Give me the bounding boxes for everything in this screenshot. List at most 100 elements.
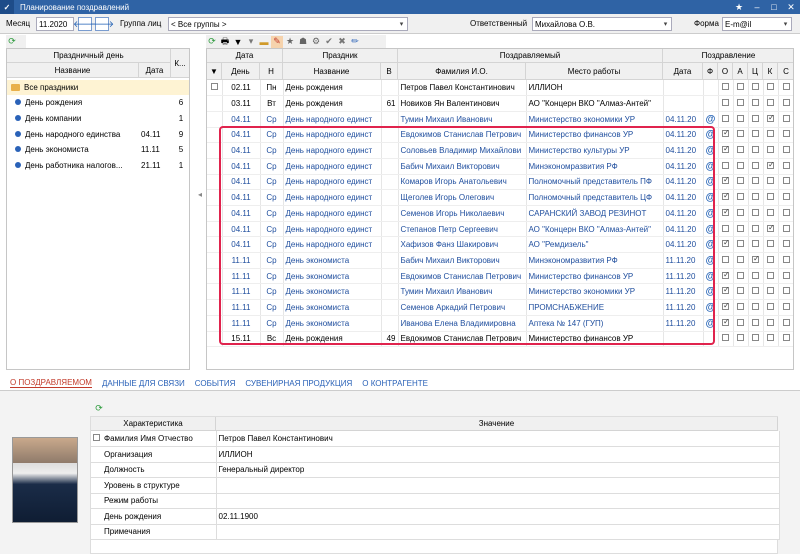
channel-checkbox-cell[interactable] <box>763 95 779 112</box>
checkbox[interactable] <box>752 208 759 216</box>
channel-checkbox-cell[interactable] <box>748 174 764 191</box>
checkbox[interactable] <box>722 238 730 248</box>
workplace-column-header[interactable]: Место работы <box>526 63 663 80</box>
grid-row[interactable]: 11.11 Ср День экономиста Тумин Михаил Ив… <box>207 283 793 301</box>
grid-row[interactable]: 04.11 Ср День народного единст Бабич Мих… <box>207 158 793 175</box>
channel-checkbox-cell[interactable] <box>748 158 764 175</box>
chevron-down-icon[interactable]: ▾ <box>245 36 257 48</box>
checkbox[interactable] <box>767 271 774 279</box>
property-value[interactable]: Генеральный директор <box>216 462 780 478</box>
channel-checkbox-cell[interactable] <box>748 299 764 316</box>
checkbox[interactable] <box>767 208 774 216</box>
favorite-star-icon[interactable]: ★ <box>730 0 748 14</box>
channel-checkbox-cell[interactable] <box>778 111 793 128</box>
filter-icon[interactable]: ▼ <box>232 36 244 48</box>
property-row[interactable]: Уровень в структуре <box>91 477 780 494</box>
channel-checkbox-cell[interactable] <box>763 268 779 285</box>
checkbox[interactable] <box>737 302 744 310</box>
checkbox[interactable] <box>737 130 744 138</box>
email-icon[interactable]: @ <box>703 252 719 269</box>
checkbox[interactable] <box>722 317 730 326</box>
select-cell[interactable] <box>207 221 223 238</box>
channel-checkbox-cell[interactable] <box>763 205 779 222</box>
col-o-column-header[interactable]: О <box>718 63 733 80</box>
weekday-column-header[interactable]: Н <box>260 63 283 80</box>
checkbox[interactable] <box>737 224 744 232</box>
property-row[interactable]: Должность Генеральный директор <box>91 462 780 478</box>
channel-checkbox-cell[interactable] <box>748 111 764 128</box>
channel-checkbox-cell[interactable] <box>748 127 764 144</box>
channel-checkbox-cell[interactable] <box>763 331 779 348</box>
channel-checkbox-cell[interactable] <box>763 252 779 269</box>
checkbox[interactable] <box>767 334 774 342</box>
checkbox[interactable] <box>752 287 759 295</box>
print-icon[interactable]: 🖶 <box>219 36 231 48</box>
channel-checkbox-cell[interactable] <box>733 221 749 238</box>
select-cell[interactable] <box>207 315 223 332</box>
refresh-icon[interactable]: ⟳ <box>6 36 18 48</box>
channel-checkbox-cell[interactable] <box>748 189 764 206</box>
checkbox[interactable] <box>783 177 790 185</box>
checkbox[interactable] <box>783 99 790 107</box>
checkbox[interactable] <box>737 114 744 122</box>
checkbox[interactable] <box>783 161 790 169</box>
checkbox[interactable] <box>737 193 744 201</box>
channel-checkbox-cell[interactable] <box>718 252 734 269</box>
row-checkbox[interactable] <box>210 83 218 91</box>
select-cell[interactable] <box>207 283 223 301</box>
checkbox[interactable] <box>767 83 774 91</box>
checkbox[interactable] <box>752 224 759 232</box>
holiday-name-column-header[interactable]: Название <box>283 63 381 80</box>
checkbox[interactable] <box>752 271 759 279</box>
channel-checkbox-cell[interactable] <box>718 283 734 301</box>
checkbox[interactable] <box>722 334 729 342</box>
checkbox[interactable] <box>722 144 730 154</box>
channel-checkbox-cell[interactable] <box>763 221 779 238</box>
group-select[interactable]: < Все группы > ▾ <box>168 17 408 31</box>
select-cell[interactable] <box>207 142 223 159</box>
checkbox[interactable] <box>722 83 729 91</box>
channel-checkbox-cell[interactable] <box>718 80 734 97</box>
checkbox[interactable] <box>752 318 759 326</box>
channel-checkbox-cell[interactable] <box>733 299 749 316</box>
minimize-icon[interactable]: – <box>748 0 766 14</box>
channel-checkbox-cell[interactable] <box>718 158 734 175</box>
channel-checkbox-cell[interactable] <box>778 189 793 206</box>
channel-checkbox-cell[interactable] <box>778 127 793 144</box>
channel-checkbox-cell[interactable] <box>718 174 734 191</box>
grid-row[interactable]: 04.11 Ср День народного единст Тумин Мих… <box>207 111 793 128</box>
name-column-header[interactable]: Название <box>7 63 139 78</box>
checkbox[interactable] <box>737 177 744 185</box>
holiday-list-item[interactable]: День рождения 6 <box>7 95 189 111</box>
select-cell[interactable] <box>207 189 223 206</box>
close-icon[interactable]: ✖ <box>336 36 348 48</box>
grid-row[interactable]: 11.11 Ср День экономиста Иванова Елена В… <box>207 315 793 332</box>
channel-checkbox-cell[interactable] <box>778 95 793 112</box>
channel-checkbox-cell[interactable] <box>718 268 734 285</box>
grid-row[interactable]: 03.11 Вт День рождения 61 Новиков Ян Вал… <box>207 95 793 112</box>
checkbox[interactable] <box>722 99 729 107</box>
filter-column-header[interactable]: ▼ <box>207 63 222 80</box>
channel-checkbox-cell[interactable] <box>748 205 764 222</box>
select-cell[interactable] <box>207 236 223 254</box>
channel-checkbox-cell[interactable] <box>748 80 764 97</box>
channel-checkbox-cell[interactable] <box>748 252 764 269</box>
checkbox[interactable] <box>737 83 744 91</box>
email-icon[interactable]: @ <box>703 174 719 191</box>
date-column-header[interactable]: Дата <box>139 63 171 78</box>
property-value[interactable]: Петров Павел Константинович <box>216 431 780 447</box>
checkbox[interactable] <box>767 255 774 263</box>
select-cell[interactable] <box>207 205 223 222</box>
select-cell[interactable] <box>207 252 223 269</box>
channel-checkbox-cell[interactable] <box>778 268 793 285</box>
channel-checkbox-cell[interactable] <box>748 268 764 285</box>
email-icon[interactable]: @ <box>703 315 719 332</box>
checkbox[interactable] <box>737 287 744 295</box>
count-column-header[interactable]: К... <box>171 49 189 78</box>
email-icon[interactable]: @ <box>703 283 719 301</box>
month-input[interactable]: 11.2020 <box>36 17 74 31</box>
responsible-select[interactable]: Михайлова О.В. ▾ <box>532 17 672 31</box>
email-icon[interactable] <box>703 331 719 348</box>
channel-checkbox-cell[interactable] <box>718 299 734 316</box>
checkbox[interactable] <box>752 130 759 138</box>
